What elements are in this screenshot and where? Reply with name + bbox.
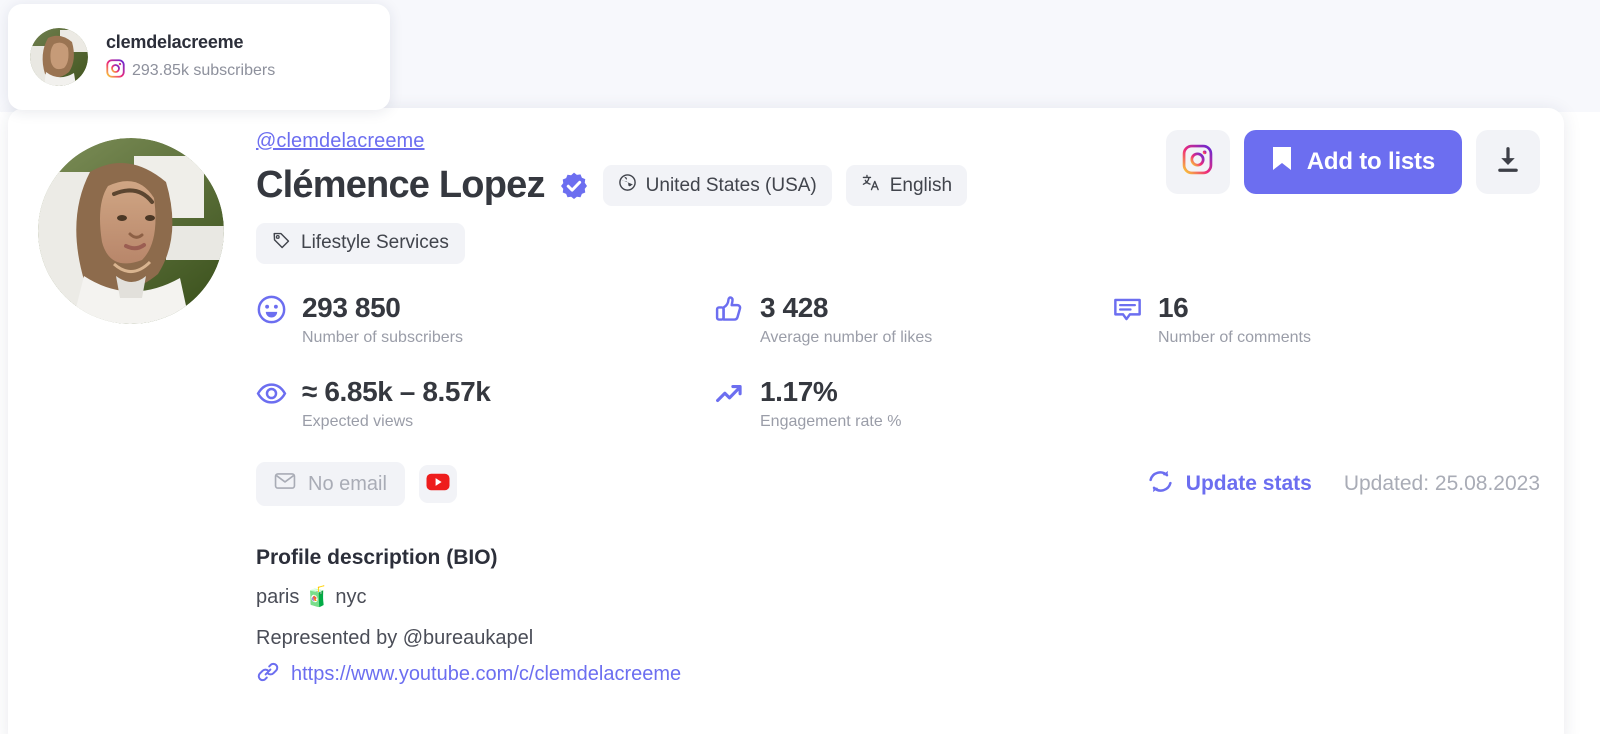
stat-value: ≈ 6.85k – 8.57k — [302, 375, 491, 407]
channel-preview-card[interactable]: clemdelacreeme 293.85k subscribers — [8, 4, 390, 110]
youtube-icon — [426, 473, 450, 496]
stat-value: 1.17% — [760, 375, 838, 407]
email-field[interactable]: No email — [256, 462, 405, 507]
instagram-icon — [106, 58, 125, 83]
trend-up-icon — [714, 376, 745, 414]
email-value: No email — [308, 472, 387, 495]
update-wrap: Update stats Updated: 25.08.2023 — [1147, 468, 1540, 501]
stat-comments: 16 Number of comments — [1112, 292, 1412, 347]
stats-row-2: ≈ 6.85k – 8.57k Expected views 1.17% Eng… — [256, 376, 1540, 431]
category-badge: Lifestyle Services — [256, 222, 465, 264]
stat-label: Expected views — [302, 413, 414, 431]
youtube-link-button[interactable] — [418, 465, 457, 504]
bio-title: Profile description (BIO) — [256, 546, 498, 570]
bio-external-link[interactable]: https://www.youtube.com/c/clemdelacreeme — [291, 663, 681, 686]
stat-avg-likes: 3 428 Average number of likes — [714, 292, 1112, 347]
app-root: clemdelacreeme 293.85k subscribers Add t… — [0, 0, 1600, 734]
avatar[interactable] — [38, 138, 224, 324]
profile-content: @clemdelacreeme Clémence Lopez United St… — [256, 130, 1540, 689]
updated-timestamp: Updated: 25.08.2023 — [1343, 472, 1540, 496]
stat-label: Number of subscribers — [302, 328, 463, 346]
preview-username: clemdelacreeme — [106, 31, 244, 52]
stat-subscribers: 293 850 Number of subscribers — [256, 292, 714, 347]
refresh-icon — [1147, 468, 1174, 501]
stat-label: Engagement rate % — [760, 413, 902, 431]
profile-card: Add to lists @clemdelacreeme Clémence Lo… — [8, 108, 1564, 734]
contact-row: No email Update stats Updated: 25.08.202… — [256, 462, 1540, 507]
preview-avatar — [30, 28, 88, 86]
stat-expected-views: ≈ 6.85k – 8.57k Expected views — [256, 376, 714, 431]
translate-icon — [861, 173, 881, 198]
preview-meta: clemdelacreeme 293.85k subscribers — [106, 32, 275, 83]
page-title: Clémence Lopez — [256, 164, 545, 206]
stat-value: 16 — [1158, 291, 1189, 323]
update-stats-button[interactable]: Update stats — [1147, 468, 1312, 501]
comment-icon — [1112, 292, 1143, 330]
stat-value: 293 850 — [302, 291, 401, 323]
bio-line-2: Represented by @bureaukapel — [256, 626, 534, 649]
bio-line-1: paris 🧃 nyc — [256, 586, 367, 609]
stat-label: Average number of likes — [760, 328, 933, 346]
eye-icon — [256, 376, 287, 414]
name-row: Clémence Lopez United States (USA) Engli… — [256, 164, 1540, 207]
update-stats-label: Update stats — [1185, 472, 1312, 496]
link-icon — [256, 660, 280, 689]
preview-subscriber-count: 293.85k subscribers — [132, 61, 276, 79]
bio-link-row: https://www.youtube.com/c/clemdelacreeme — [256, 660, 1540, 689]
language-label: English — [889, 174, 953, 196]
language-badge: English — [845, 165, 968, 207]
globe-icon — [618, 173, 637, 198]
profile-handle-link[interactable]: @clemdelacreeme — [256, 130, 425, 153]
country-badge: United States (USA) — [602, 165, 832, 207]
category-row: Lifestyle Services — [256, 222, 1540, 264]
stats-section: 293 850 Number of subscribers 3 428 Aver… — [256, 292, 1540, 431]
verified-badge-icon — [559, 171, 589, 201]
preview-subscribers-row: 293.85k subscribers — [106, 58, 276, 83]
tag-icon — [272, 231, 291, 256]
stat-value: 3 428 — [760, 291, 829, 323]
category-label: Lifestyle Services — [301, 232, 449, 254]
stat-engagement-rate: 1.17% Engagement rate % — [714, 376, 1112, 431]
stat-label: Number of comments — [1158, 328, 1311, 346]
envelope-icon — [274, 471, 296, 497]
country-label: United States (USA) — [645, 174, 817, 196]
smiley-icon — [256, 292, 287, 330]
stats-row-1: 293 850 Number of subscribers 3 428 Aver… — [256, 292, 1540, 347]
thumbs-up-icon — [714, 292, 745, 330]
